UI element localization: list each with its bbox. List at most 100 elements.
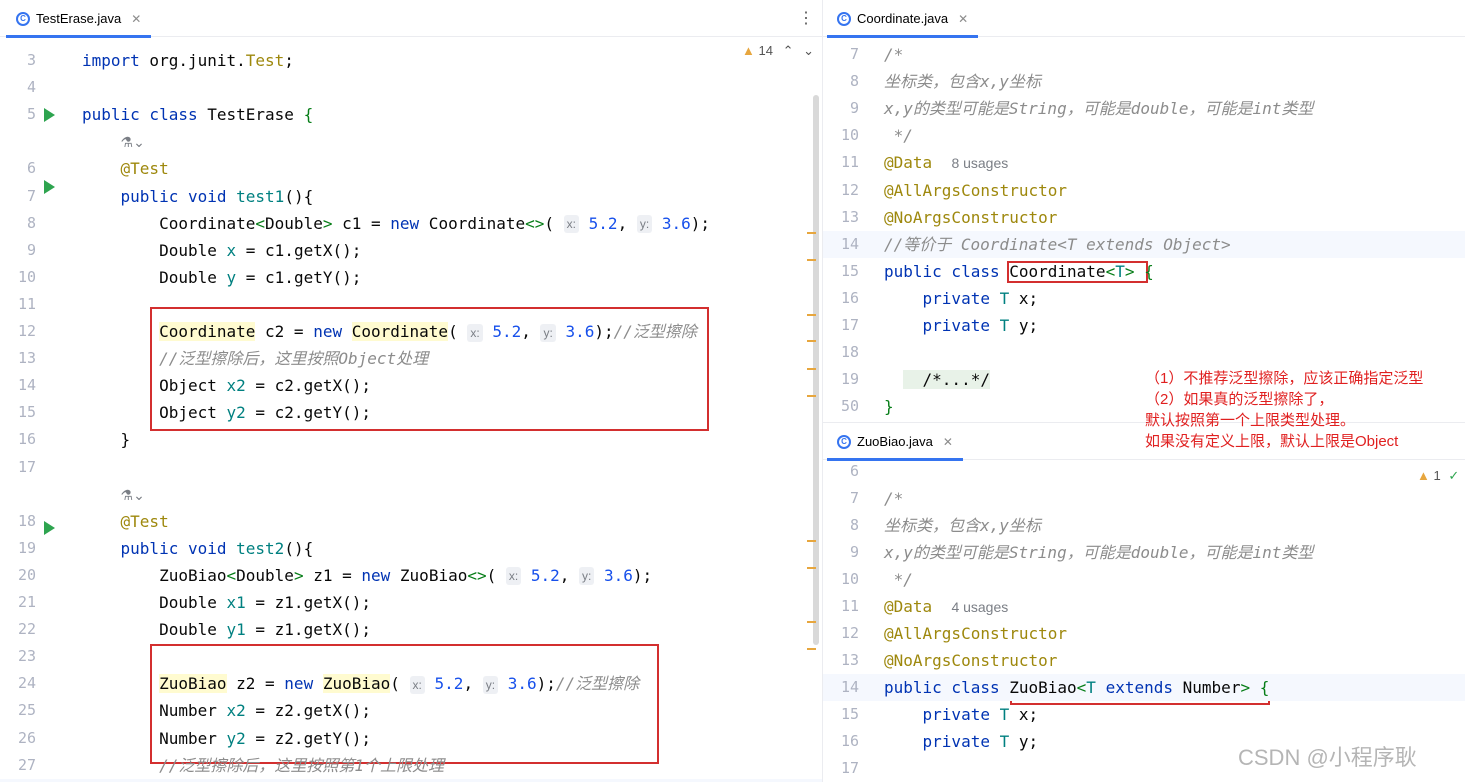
line-number: 9 — [849, 543, 859, 561]
tab-label: Coordinate.java — [857, 11, 949, 26]
code-line[interactable]: @NoArgsConstructor — [884, 647, 1057, 674]
code-line[interactable]: Double x1 = z1.getX(); — [82, 589, 371, 616]
code-line[interactable]: /* — [884, 485, 903, 512]
scroll-marker — [807, 340, 816, 342]
code-line[interactable]: //等价于 Coordinate<T extends Object> — [884, 231, 1231, 258]
code-line[interactable]: private T y; — [884, 728, 1039, 755]
code-line[interactable]: Object y2 = c2.getY(); — [82, 399, 371, 426]
warning-count: 14 — [758, 43, 773, 58]
code-line[interactable]: @AllArgsConstructor — [884, 620, 1067, 647]
code-line[interactable]: x,y的类型可能是String，可能是double，可能是int类型 — [884, 95, 1313, 122]
code-line[interactable]: ZuoBiao z2 = new ZuoBiao( x: 5.2, y: 3.6… — [82, 670, 639, 697]
code-line[interactable]: Object x2 = c2.getX(); — [82, 372, 371, 399]
code-line[interactable]: import org.junit.Test; — [82, 47, 294, 74]
run-all-icon[interactable] — [44, 108, 55, 122]
code-line[interactable]: public class Coordinate<T> { — [884, 258, 1154, 285]
code-line[interactable]: ⚗⌄ — [82, 128, 145, 155]
scroll-marker — [807, 621, 816, 623]
line-number: 3 — [26, 51, 36, 69]
code-line[interactable]: Double y1 = z1.getX(); — [82, 616, 371, 643]
code-line[interactable]: } — [884, 393, 894, 420]
code-line[interactable]: public class TestErase { — [82, 101, 313, 128]
code-line[interactable]: */ — [884, 122, 913, 149]
java-class-icon: C — [837, 434, 851, 449]
code-line[interactable]: } — [82, 426, 131, 453]
code-line[interactable]: ZuoBiao<Double> z1 = new ZuoBiao<>( x: 5… — [82, 562, 652, 589]
code-line[interactable]: Number y2 = z2.getY(); — [82, 725, 371, 752]
code-line[interactable]: Double x = c1.getX(); — [82, 237, 361, 264]
scroll-marker — [807, 540, 816, 542]
tab-label: ZuoBiao.java — [857, 434, 933, 449]
run-test-icon[interactable] — [44, 180, 55, 194]
code-line[interactable]: Number x2 = z2.getX(); — [82, 697, 371, 724]
code-line[interactable]: @Test — [82, 155, 169, 182]
line-number: 27 — [17, 755, 36, 774]
tab-testerase[interactable]: C TestErase.java ✕ — [6, 0, 152, 38]
code-line[interactable]: @Test — [82, 508, 169, 535]
bottom-right-editor-pane: C ZuoBiao.java ✕ ▲ 1 ✓ 6 7 /* 8 坐标类，包含x,y坐标 9… — [823, 422, 1465, 782]
code-line[interactable]: Double y = c1.getY(); — [82, 264, 361, 291]
left-tabbar: C TestErase.java ✕ ⋮ — [0, 0, 822, 38]
code-line[interactable]: public void test2(){ — [82, 535, 314, 562]
line-number: 14 — [840, 678, 859, 696]
code-line[interactable]: Coordinate<Double> c1 = new Coordinate<>… — [82, 210, 710, 237]
line-number: 15 — [840, 261, 859, 280]
code-line[interactable]: private T y; — [884, 312, 1039, 339]
close-icon[interactable]: ✕ — [943, 435, 953, 449]
inspection-widget[interactable]: ▲ 14 ⌃ ⌄ — [742, 43, 814, 59]
line-number: 13 — [840, 207, 859, 226]
close-icon[interactable]: ✕ — [131, 12, 141, 26]
code-line[interactable]: @Data 8 usages — [884, 149, 1008, 176]
code-line[interactable]: */ — [884, 566, 913, 593]
more-icon[interactable]: ⋮ — [798, 8, 814, 28]
inspection-widget[interactable]: ▲ 1 ✓ — [1417, 468, 1459, 484]
line-number: 10 — [840, 126, 859, 145]
watermark: CSDN @小程序耿 — [1238, 745, 1417, 770]
line-number: 11 — [17, 294, 36, 313]
code-line[interactable]: //泛型擦除后，这里按照Object处理 — [82, 345, 428, 372]
tab-label: TestErase.java — [36, 11, 122, 26]
line-number: 6 — [26, 159, 36, 178]
run-test-icon[interactable] — [44, 521, 55, 535]
close-icon[interactable]: ✕ — [958, 12, 968, 26]
code-line[interactable]: private T x; — [884, 701, 1039, 728]
line-number: 10 — [17, 267, 36, 286]
code-line[interactable]: 坐标类，包含x,y坐标 — [884, 68, 1041, 95]
chevron-up-icon[interactable]: ⌃ — [783, 43, 794, 58]
code-line[interactable]: 坐标类，包含x,y坐标 — [884, 512, 1041, 539]
code-line[interactable]: //泛型擦除后，这里按照第1个上限处理 — [82, 752, 444, 779]
chevron-down-icon[interactable]: ⌄ — [803, 43, 814, 58]
code-line[interactable]: @AllArgsConstructor — [884, 177, 1067, 204]
line-number: 7 — [849, 45, 859, 63]
code-line[interactable]: @NoArgsConstructor — [884, 204, 1057, 231]
line-number: 19 — [17, 538, 36, 557]
code-line[interactable]: /* — [884, 41, 903, 68]
warning-icon: ▲ — [742, 43, 755, 58]
line-number: 8 — [849, 516, 859, 534]
line-number: 17 — [840, 759, 859, 777]
code-line[interactable]: x,y的类型可能是String，可能是double，可能是int类型 — [884, 539, 1313, 566]
line-number: 50 — [840, 397, 859, 416]
tab-coordinate[interactable]: C Coordinate.java ✕ — [827, 0, 979, 38]
line-number: 14 — [840, 234, 859, 253]
line-number: 15 — [17, 403, 36, 422]
left-scrollbar[interactable] — [813, 95, 819, 645]
code-line[interactable]: @Data 4 usages — [884, 593, 1008, 620]
code-line[interactable]: public void test1(){ — [82, 183, 314, 210]
code-line[interactable]: Coordinate c2 = new Coordinate( x: 5.2, … — [82, 318, 697, 345]
line-number: 8 — [26, 213, 36, 232]
scroll-marker — [807, 648, 816, 650]
line-number: 22 — [17, 620, 36, 639]
code-line[interactable]: public class ZuoBiao<T extends Number> { — [884, 674, 1269, 701]
check-icon: ✓ — [1448, 468, 1460, 483]
line-number: 9 — [849, 99, 859, 118]
line-number: 9 — [26, 240, 36, 259]
code-line[interactable]: /*...*/ — [884, 366, 990, 393]
line-number: 13 — [840, 651, 859, 669]
line-number: 15 — [840, 705, 859, 723]
line-number: 5 — [26, 105, 36, 124]
code-line[interactable]: ⚗⌄ — [82, 481, 145, 508]
code-line[interactable]: private T x; — [884, 285, 1039, 312]
line-number: 8 — [849, 72, 859, 91]
tab-zuobiao[interactable]: C ZuoBiao.java ✕ — [827, 423, 963, 461]
